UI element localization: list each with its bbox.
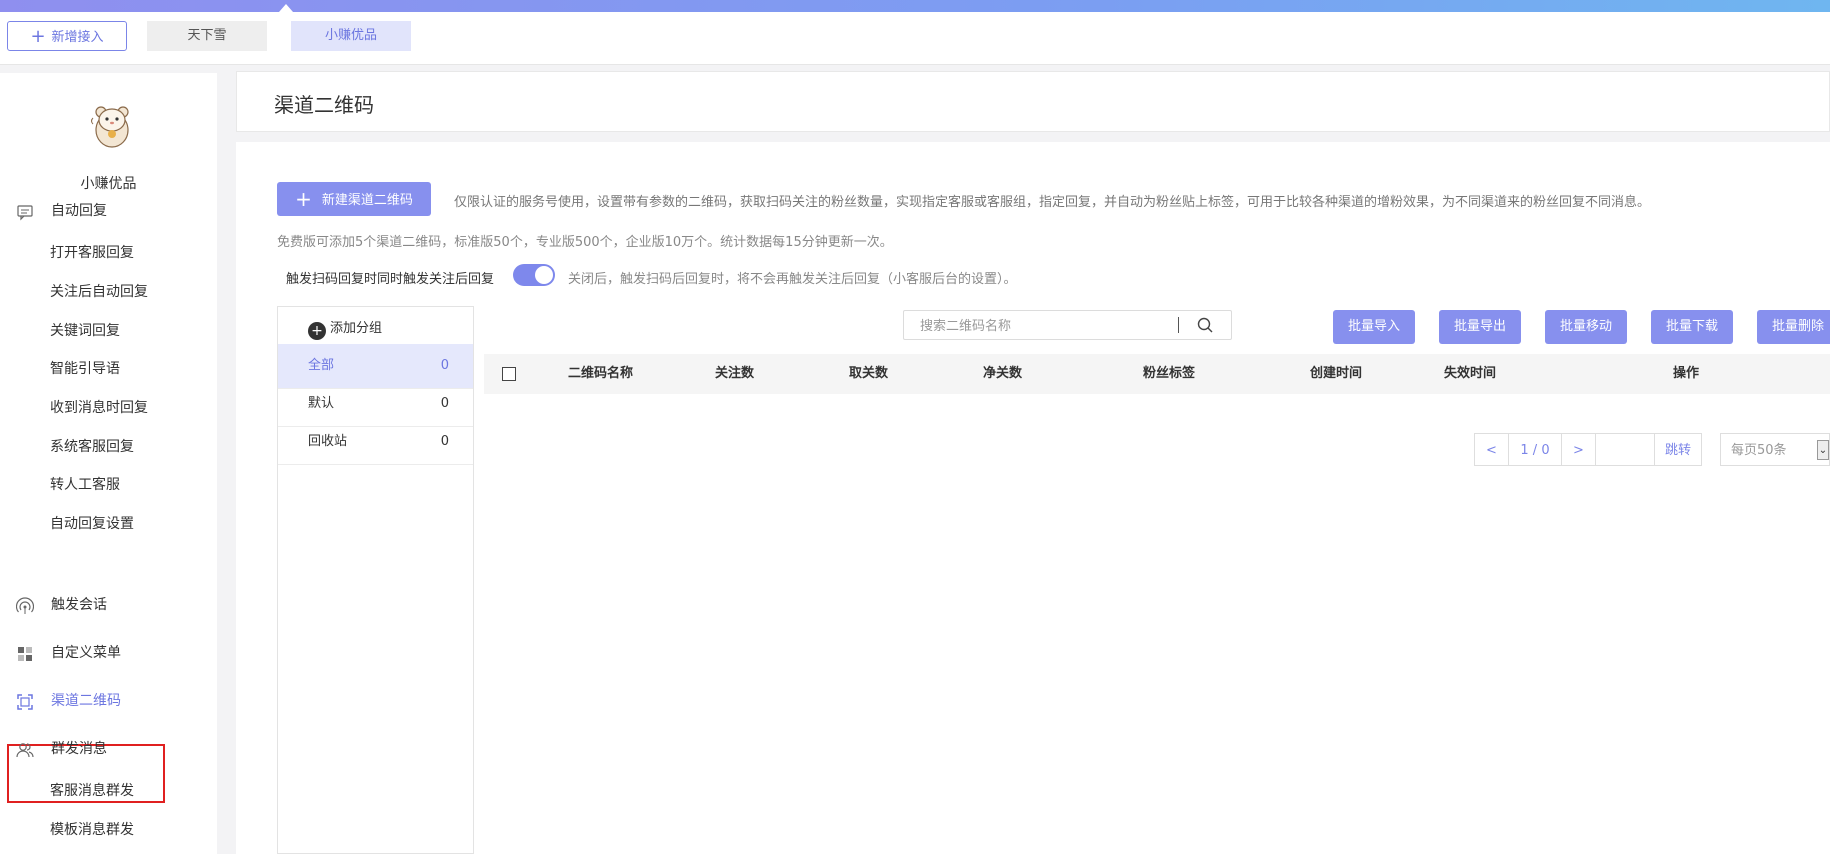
description-text: 仅限认证的服务号使用，设置带有参数的二维码，获取扫码关注的粉丝数量，实现指定客服… <box>454 195 1651 210</box>
column-header: 粉丝标签 <box>1143 366 1196 381</box>
column-header: 取关数 <box>849 366 889 381</box>
new-channel-qrcode-button[interactable]: + 新建渠道二维码 <box>277 182 431 216</box>
nav-sub-item[interactable]: 模板消息群发 <box>50 818 134 842</box>
main-content: + 新建渠道二维码 仅限认证的服务号使用，设置带有参数的二维码，获取扫码关注的粉丝… <box>236 142 1830 854</box>
page-title: 渠道二维码 <box>274 93 374 117</box>
plus-circle-icon: + <box>308 322 326 340</box>
page-size-select[interactable]: 每页50条 ⌄ <box>1720 433 1830 466</box>
group-panel: + 添加分组 全部 0 默认 0 回收站 0 <box>277 306 474 854</box>
page-header: 渠道二维码 <box>236 71 1830 132</box>
table-header: 二维码名称 关注数 取关数 净关数 粉丝标签 创建时间 失效时间 操作 <box>484 354 1830 394</box>
toggle-note: 关闭后，触发扫码后回复时，将不会再触发关注后回复（小客服后台的设置）。 <box>568 272 1017 287</box>
nav-trigger-session[interactable]: 触发会话 <box>0 590 217 620</box>
next-page-button[interactable]: > <box>1561 433 1596 466</box>
batch-download-button[interactable]: 批量下载 <box>1651 310 1733 344</box>
account-tab[interactable]: 天下雪 <box>147 21 267 51</box>
toggle-label: 触发扫码回复时同时触发关注后回复 <box>286 272 495 287</box>
nav-sub-item[interactable]: 智能引导语 <box>50 357 120 381</box>
nav-sub-item[interactable]: 自动回复设置 <box>50 512 134 536</box>
follow-reply-toggle[interactable] <box>513 264 555 286</box>
account-tab-active[interactable]: 小赚优品 <box>291 21 411 51</box>
jump-button[interactable]: 跳转 <box>1654 433 1702 466</box>
nav-mass-message[interactable]: 群发消息 <box>0 734 217 764</box>
page-info: 1 / 0 <box>1508 433 1562 466</box>
column-header: 关注数 <box>715 366 755 381</box>
add-access-button[interactable]: + 新增接入 <box>7 21 127 51</box>
batch-move-button[interactable]: 批量移动 <box>1545 310 1627 344</box>
nav-sub-item[interactable]: 客服消息群发 <box>50 779 134 803</box>
prev-page-button[interactable]: < <box>1474 433 1509 466</box>
plus-icon: + <box>30 26 46 47</box>
column-header: 创建时间 <box>1310 366 1363 381</box>
chevron-down-icon: ⌄ <box>1817 440 1829 460</box>
column-header: 失效时间 <box>1444 366 1497 381</box>
nav-auto-reply[interactable]: 自动回复 <box>0 196 217 226</box>
nav-sub-item[interactable]: 转人工客服 <box>50 473 120 497</box>
page-jump-input[interactable] <box>1596 434 1656 465</box>
batch-export-button[interactable]: 批量导出 <box>1439 310 1521 344</box>
broadcast-signal-icon <box>16 597 34 614</box>
column-header: 二维码名称 <box>568 366 634 381</box>
column-header: 净关数 <box>983 366 1023 381</box>
toggle-knob <box>535 266 553 284</box>
nav-sub-item[interactable]: 关键词回复 <box>50 319 120 343</box>
search-icon[interactable] <box>1196 316 1214 334</box>
account-tab-bar: + 新增接入 天下雪 小赚优品 <box>0 12 1830 65</box>
batch-delete-button[interactable]: 批量删除 <box>1757 310 1830 344</box>
nav-channel-qrcode[interactable]: 渠道二维码 <box>0 686 217 716</box>
nav-custom-menu[interactable]: 自定义菜单 <box>0 638 217 668</box>
page-jump-field <box>1595 433 1656 466</box>
top-gradient-bar <box>0 0 1830 12</box>
nav-sub-item[interactable]: 关注后自动回复 <box>50 280 148 304</box>
search-divider <box>1178 317 1179 333</box>
users-icon <box>16 743 34 758</box>
select-all-checkbox[interactable] <box>502 367 516 381</box>
column-header: 操作 <box>1673 366 1700 381</box>
batch-import-button[interactable]: 批量导入 <box>1333 310 1415 344</box>
hamster-avatar <box>91 106 129 148</box>
add-group-button[interactable]: + 添加分组 <box>308 319 382 340</box>
active-caret <box>279 4 293 12</box>
account-name: 小赚优品 <box>80 176 137 192</box>
group-item-recycle[interactable]: 回收站 0 <box>278 420 473 465</box>
sidebar: 小赚优品 自动回复 打开客服回复 关注后自动回复 关键词回复 智能引导语 收到消… <box>0 73 217 854</box>
qr-scan-icon <box>17 694 33 710</box>
chat-bubble-icon <box>17 205 33 221</box>
plus-icon: + <box>295 187 312 211</box>
search-box <box>903 310 1232 341</box>
grid-menu-icon <box>18 647 32 661</box>
nav-sub-item[interactable]: 系统客服回复 <box>50 435 134 459</box>
search-input[interactable] <box>904 311 1192 341</box>
nav-sub-item[interactable]: 打开客服回复 <box>50 241 134 265</box>
quota-note: 免费版可添加5个渠道二维码，标准版50个，专业版500个，企业版10万个。统计数… <box>277 235 893 250</box>
nav-sub-item[interactable]: 收到消息时回复 <box>50 396 148 420</box>
